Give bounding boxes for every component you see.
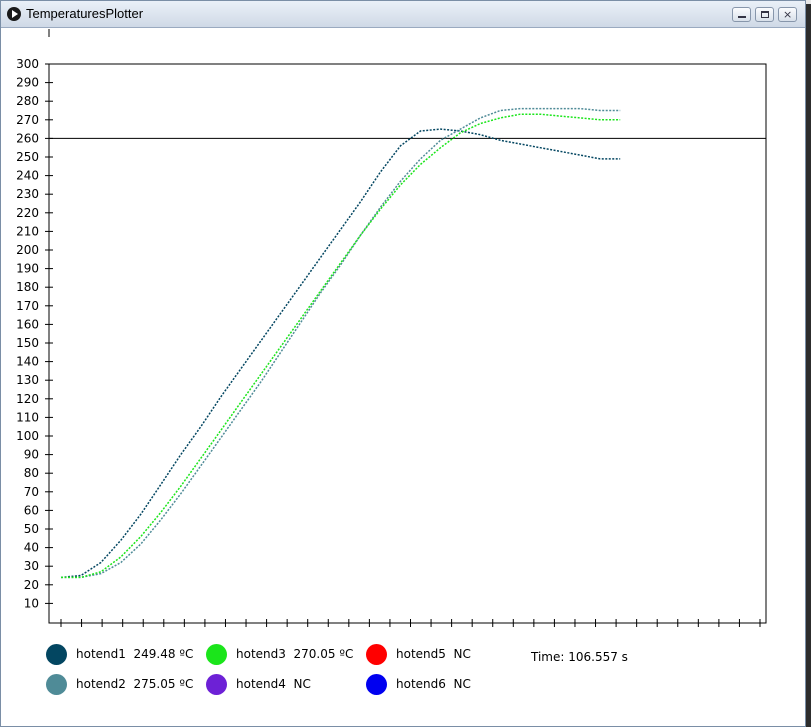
legend-item-hotend5: hotend5 NC	[366, 644, 516, 666]
legend-label: hotend6 NC	[396, 677, 471, 691]
legend-swatch	[46, 674, 67, 695]
legend-swatch	[366, 674, 387, 695]
y-tick-label: 160	[16, 317, 39, 331]
y-tick-label: 270	[16, 113, 39, 127]
legend-item-hotend3: hotend3 270.05 ºC	[206, 644, 356, 666]
y-tick-label: 150	[16, 336, 39, 350]
series-line-hotend3	[61, 113, 621, 579]
close-button[interactable]: ×	[778, 7, 797, 22]
y-tick-label: 170	[16, 299, 39, 313]
y-tick-label: 10	[24, 596, 39, 610]
time-readout: Time: 106.557 s	[531, 650, 628, 664]
y-tick-label: 140	[16, 355, 39, 369]
y-tick-label: 250	[16, 150, 39, 164]
plot-frame	[48, 63, 767, 624]
legend-item-hotend4: hotend4 NC	[206, 674, 356, 696]
y-tick-label: 110	[16, 410, 39, 424]
y-tick-label: 280	[16, 94, 39, 108]
plotter-window: TemperaturesPlotter × 10 20 30 40 50 60 70 80 90…	[0, 0, 806, 727]
legend-label: hotend1 249.48 ºC	[76, 647, 194, 661]
maximize-button[interactable]	[755, 7, 774, 22]
y-tick-label: 100	[16, 429, 39, 443]
y-tick-label: 200	[16, 243, 39, 257]
close-icon: ×	[783, 8, 793, 21]
legend-label: hotend5 NC	[396, 647, 471, 661]
legend-swatch	[206, 644, 227, 665]
legend-swatch	[206, 674, 227, 695]
legend-label: hotend3 270.05 ºC	[236, 647, 354, 661]
series-line-hotend1	[60, 128, 621, 579]
legend-item-hotend2: hotend2 275.05 ºC	[46, 674, 196, 696]
plot-area: 10 20 30 40 50 60 70 80 90 100 110 120 130 140 150 160 1…	[5, 29, 803, 724]
y-tick-label: 120	[16, 392, 39, 406]
y-tick-label: 60	[24, 503, 39, 517]
title-bar[interactable]: TemperaturesPlotter ×	[1, 1, 805, 28]
legend-swatch	[366, 644, 387, 665]
y-tick-label: 30	[24, 559, 39, 573]
legend-label: hotend2 275.05 ºC	[76, 677, 194, 691]
y-tick-label: 240	[16, 169, 39, 183]
maximize-icon	[761, 11, 769, 18]
y-tick-label: 210	[16, 224, 39, 238]
y-tick-label: 260	[16, 131, 39, 145]
y-tick-label: 220	[16, 206, 39, 220]
y-tick-label: 180	[16, 280, 39, 294]
y-tick-label: 130	[16, 373, 39, 387]
y-tick-label: 50	[24, 522, 39, 536]
y-tick-label: 80	[24, 466, 39, 480]
minimize-icon	[738, 16, 746, 18]
temperature-chart: 10 20 30 40 50 60 70 80 90 100 110 120 130 140 150 160 1…	[16, 29, 767, 627]
legend-item-hotend1: hotend1 249.48 ºC	[46, 644, 196, 666]
y-tick-label: 40	[24, 541, 39, 555]
y-tick-label: 190	[16, 262, 39, 276]
series-line-hotend2	[61, 107, 621, 579]
y-tick-label: 300	[16, 57, 39, 71]
legend-label: hotend4 NC	[236, 677, 311, 691]
y-tick-label: 230	[16, 187, 39, 201]
minimize-button[interactable]	[732, 7, 751, 22]
y-tick-label: 90	[24, 448, 39, 462]
legend-swatch	[46, 644, 67, 665]
window-title: TemperaturesPlotter	[26, 6, 144, 21]
y-tick-label: 20	[24, 578, 39, 592]
legend-item-hotend6: hotend6 NC	[366, 674, 516, 696]
app-icon	[7, 7, 21, 21]
y-tick-label: 290	[16, 76, 39, 90]
y-tick-label: 70	[24, 485, 39, 499]
